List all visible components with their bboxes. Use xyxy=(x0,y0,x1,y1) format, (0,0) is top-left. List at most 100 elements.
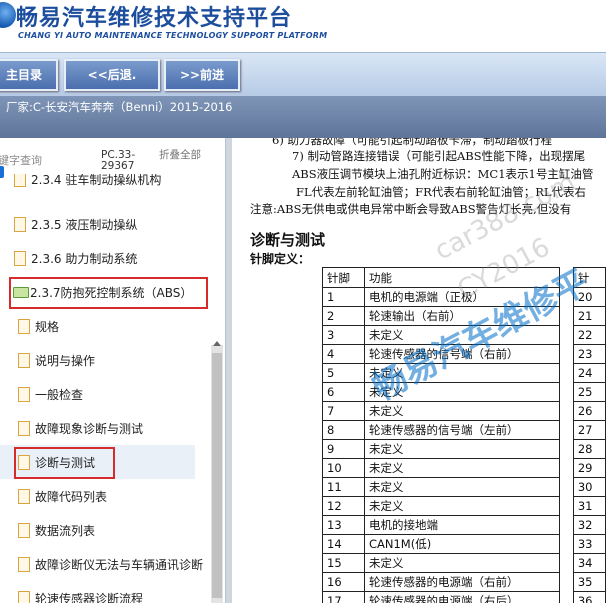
tree-item-symptom-diagnosis[interactable]: 故障现象诊断与测试 xyxy=(0,411,195,445)
table-row: 7 未定义 26 xyxy=(322,401,606,421)
table-row: 14 CAN1M(低) 33 xyxy=(322,534,606,554)
pin-function-cell: 轮速输出（右前） xyxy=(363,306,561,326)
document-icon xyxy=(18,489,30,504)
pin-function-cell: 未定义 xyxy=(363,553,561,573)
pin-function-cell: CAN1M(低) xyxy=(363,534,561,554)
table-gap xyxy=(560,535,574,554)
tree-item-label: 2.3.5 液压制动操纵 xyxy=(31,218,138,232)
manufacturer-bar: 厂家:C-长安汽车奔奔（Benni）2015-2016 xyxy=(0,96,606,138)
document-code: PC.33-29367 xyxy=(101,149,136,172)
forward-button[interactable]: >>前进 xyxy=(164,59,240,91)
pin-number-cell: 11 xyxy=(322,477,365,497)
tree-item-general-inspection[interactable]: 一般检查 xyxy=(0,377,195,411)
pin-number-cell: 9 xyxy=(322,439,365,459)
table-row: 15 未定义 34 xyxy=(322,553,606,573)
logo xyxy=(0,2,16,28)
pin-number-cell-2: 26 xyxy=(572,401,606,421)
pin-number-cell-2: 28 xyxy=(572,439,606,459)
document-icon xyxy=(14,174,26,187)
pin-number-cell-2: 32 xyxy=(572,515,606,535)
pin-number-cell: 1 xyxy=(322,287,365,307)
scroll-up-arrow-icon[interactable] xyxy=(213,341,221,346)
diagnosis-highlight-box xyxy=(14,447,115,479)
document-icon xyxy=(18,353,30,368)
pin-number-cell-2: 30 xyxy=(572,477,606,497)
pin-function-cell: 未定义 xyxy=(363,401,561,421)
tree-item-label: 2.3.6 助力制动系统 xyxy=(31,252,138,266)
pin-number-cell-2: 34 xyxy=(572,553,606,573)
site-subtitle: CHANG YI AUTO MAINTENANCE TECHNOLOGY SUP… xyxy=(18,31,328,40)
pin-function-cell: 轮速传感器的信号端（右前） xyxy=(363,344,561,364)
nav-bar: 主目录 <<后退. >>前进 xyxy=(0,52,606,96)
pin-function-cell: 电机的电源端（正极） xyxy=(363,287,561,307)
keyword-search-link[interactable]: 键字查询 xyxy=(0,152,42,168)
table-gap xyxy=(560,268,574,288)
paragraph-line: ABS液压调节模块上油孔附近标识：MC1表示1号主缸油管 xyxy=(292,167,594,181)
document-icon xyxy=(18,421,30,436)
tree-item-wheel-speed-sensor[interactable]: 轮速传感器诊断流程 xyxy=(0,581,195,603)
table-gap xyxy=(560,516,574,535)
manufacturer-label: 厂家:C-长安汽车奔奔（Benni）2015-2016 xyxy=(6,100,233,114)
pin-number-cell-2: 27 xyxy=(572,420,606,440)
document-icon xyxy=(18,557,30,572)
tree-item-hydraulic-brake[interactable]: 2.3.5 液压制动操纵 xyxy=(0,207,195,241)
pin-number-cell: 6 xyxy=(322,382,365,402)
table-gap xyxy=(560,497,574,516)
table-row: 17 轮速传感器的电源端（右后） 36 xyxy=(322,591,606,603)
pin-function-cell: 未定义 xyxy=(363,363,561,383)
pin-function-cell: 电机的接地端 xyxy=(363,515,561,535)
pin-number-cell-2: 23 xyxy=(572,344,606,364)
tree-item-parking-brake[interactable]: 2.3.4 驻车制动操纵机构 xyxy=(0,174,195,198)
tree-item-dtc-list[interactable]: 故障代码列表 xyxy=(0,479,195,513)
pin-number-cell: 3 xyxy=(322,325,365,345)
pin-definition-label: 针脚定义： xyxy=(250,252,311,266)
table-gap xyxy=(560,440,574,459)
table-row: 3 未定义 22 xyxy=(322,325,606,345)
table-row: 10 未定义 29 xyxy=(322,458,606,478)
table-gap xyxy=(560,307,574,326)
table-row: 4 轮速传感器的信号端（右前） 23 xyxy=(322,344,606,364)
tree-item-power-brake[interactable]: 2.3.6 助力制动系统 xyxy=(0,241,195,275)
tree-item-data-stream[interactable]: 数据流列表 xyxy=(0,513,195,547)
table-gap xyxy=(560,459,574,478)
table-gap xyxy=(560,345,574,364)
pin-function-cell: 未定义 xyxy=(363,496,561,516)
document-icon xyxy=(18,319,30,334)
pin-number-cell-2: 36 xyxy=(572,591,606,603)
document-icon xyxy=(18,591,30,603)
sidebar-scroll-thumb[interactable] xyxy=(212,353,222,598)
table-gap xyxy=(560,573,574,592)
paragraph-line: 6) 助力器故障（可能引起制动踏板卡滞，制动踏板行程 xyxy=(272,138,552,147)
document-icon xyxy=(14,251,26,266)
pin-number-cell: 14 xyxy=(322,534,365,554)
tree-item-label: 规格 xyxy=(35,320,60,334)
pin-number-cell: 8 xyxy=(322,420,365,440)
table-gap xyxy=(560,421,574,440)
table-gap xyxy=(560,402,574,421)
header-pin-2: 针 xyxy=(572,267,606,288)
table-gap xyxy=(560,592,574,603)
pin-function-cell: 未定义 xyxy=(363,458,561,478)
table-row: 9 未定义 28 xyxy=(322,439,606,459)
tree-item-no-communication[interactable]: 故障诊断仪无法与车辆通讯诊断 xyxy=(0,547,212,581)
pin-function-cell: 未定义 xyxy=(363,439,561,459)
tree-item-description[interactable]: 说明与操作 xyxy=(0,343,195,377)
main-menu-button[interactable]: 主目录 xyxy=(0,59,58,91)
table-row: 6 未定义 25 xyxy=(322,382,606,402)
tree-item-label: 数据流列表 xyxy=(35,524,96,538)
back-button[interactable]: <<后退. xyxy=(64,59,160,91)
tree-item-label: 轮速传感器诊断流程 xyxy=(35,592,144,603)
pin-number-cell: 4 xyxy=(322,344,365,364)
table-header-row: 针脚 功能 针 xyxy=(322,267,606,288)
sidebar: 键字查询 PC.33-29367 折叠全部 2.3.4 驻车制动操纵机构 2.3… xyxy=(0,138,226,603)
pin-number-cell: 2 xyxy=(322,306,365,326)
table-row: 12 未定义 31 xyxy=(322,496,606,516)
table-row: 16 轮速传感器的电源端（右前） 35 xyxy=(322,572,606,592)
tree-item-label: 故障诊断仪无法与车辆通讯诊断 xyxy=(35,558,204,572)
pin-number-cell: 10 xyxy=(322,458,365,478)
pin-number-cell-2: 21 xyxy=(572,306,606,326)
pin-function-cell: 未定义 xyxy=(363,382,561,402)
tree-item-specs[interactable]: 规格 xyxy=(0,309,195,343)
pin-number-cell-2: 24 xyxy=(572,363,606,383)
collapse-all-button[interactable]: 折叠全部 xyxy=(159,150,203,161)
